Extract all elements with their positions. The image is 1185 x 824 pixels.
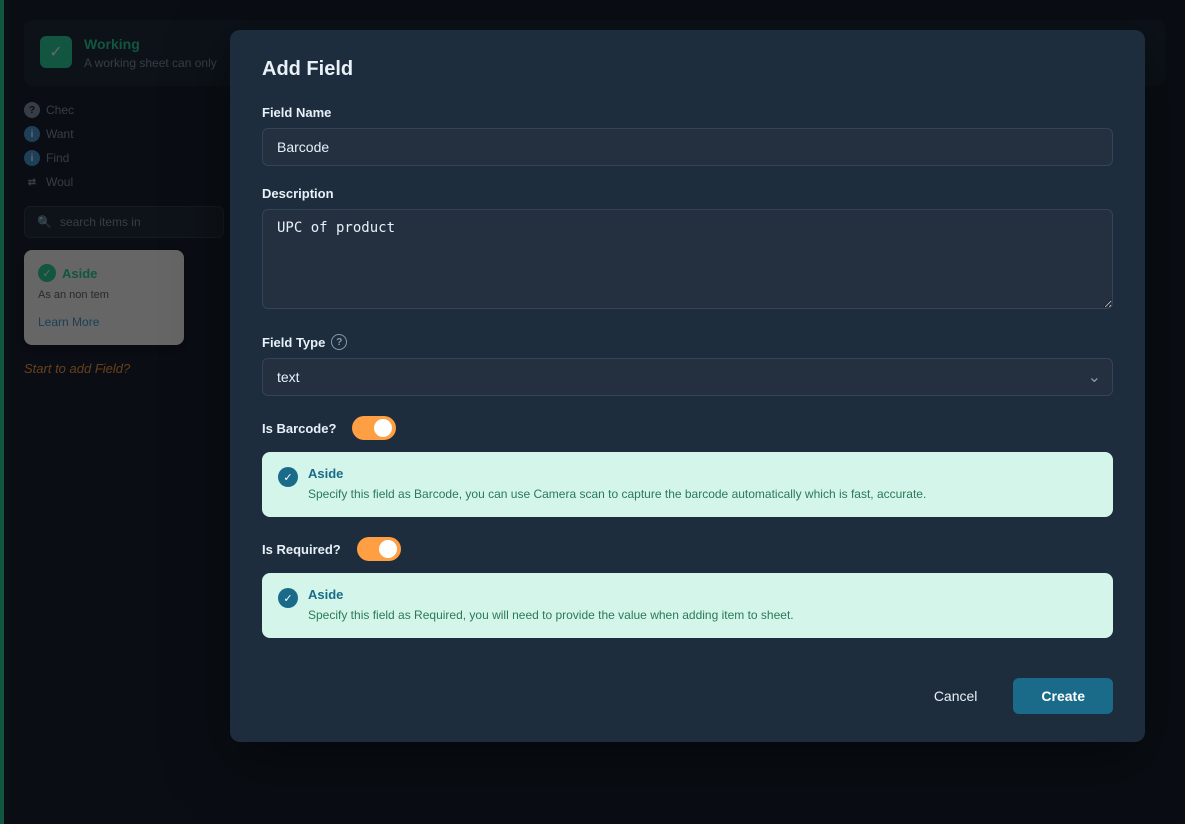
field-type-label-row: Field Type ? [262,334,1113,350]
required-aside-content: Aside Specify this field as Required, yo… [308,587,794,624]
barcode-aside-check-icon: ✓ [278,467,298,487]
barcode-aside-text: Specify this field as Barcode, you can u… [308,485,926,503]
is-required-toggle[interactable] [357,537,401,561]
is-barcode-label: Is Barcode? [262,421,336,436]
field-type-select-wrapper: text number date boolean ⌄ [262,358,1113,396]
field-name-group: Field Name [262,105,1113,166]
required-aside-title: Aside [308,587,794,602]
modal-title: Add Field [262,58,1113,81]
barcode-aside-title: Aside [308,466,926,481]
field-type-help-icon[interactable]: ? [331,334,347,350]
field-type-group: Field Type ? text number date boolean ⌄ [262,334,1113,396]
is-barcode-row: Is Barcode? [262,416,1113,440]
add-field-modal: Add Field Field Name Description UPC of … [230,30,1145,742]
required-aside-text: Specify this field as Required, you will… [308,606,794,624]
field-type-label: Field Type [262,335,325,350]
cancel-button[interactable]: Cancel [910,678,1002,714]
required-aside-check-icon: ✓ [278,588,298,608]
is-required-row: Is Required? [262,537,1113,561]
field-name-input[interactable] [262,128,1113,166]
description-label: Description [262,186,1113,201]
modal-footer: Cancel Create [262,662,1113,714]
is-required-label: Is Required? [262,542,341,557]
is-barcode-toggle[interactable] [352,416,396,440]
field-name-label: Field Name [262,105,1113,120]
description-group: Description UPC of product [262,186,1113,314]
barcode-aside-content: Aside Specify this field as Barcode, you… [308,466,926,503]
field-type-select[interactable]: text number date boolean [262,358,1113,396]
required-aside-info: ✓ Aside Specify this field as Required, … [262,573,1113,638]
create-button[interactable]: Create [1013,678,1113,714]
description-textarea[interactable]: UPC of product [262,209,1113,309]
barcode-aside-info: ✓ Aside Specify this field as Barcode, y… [262,452,1113,517]
